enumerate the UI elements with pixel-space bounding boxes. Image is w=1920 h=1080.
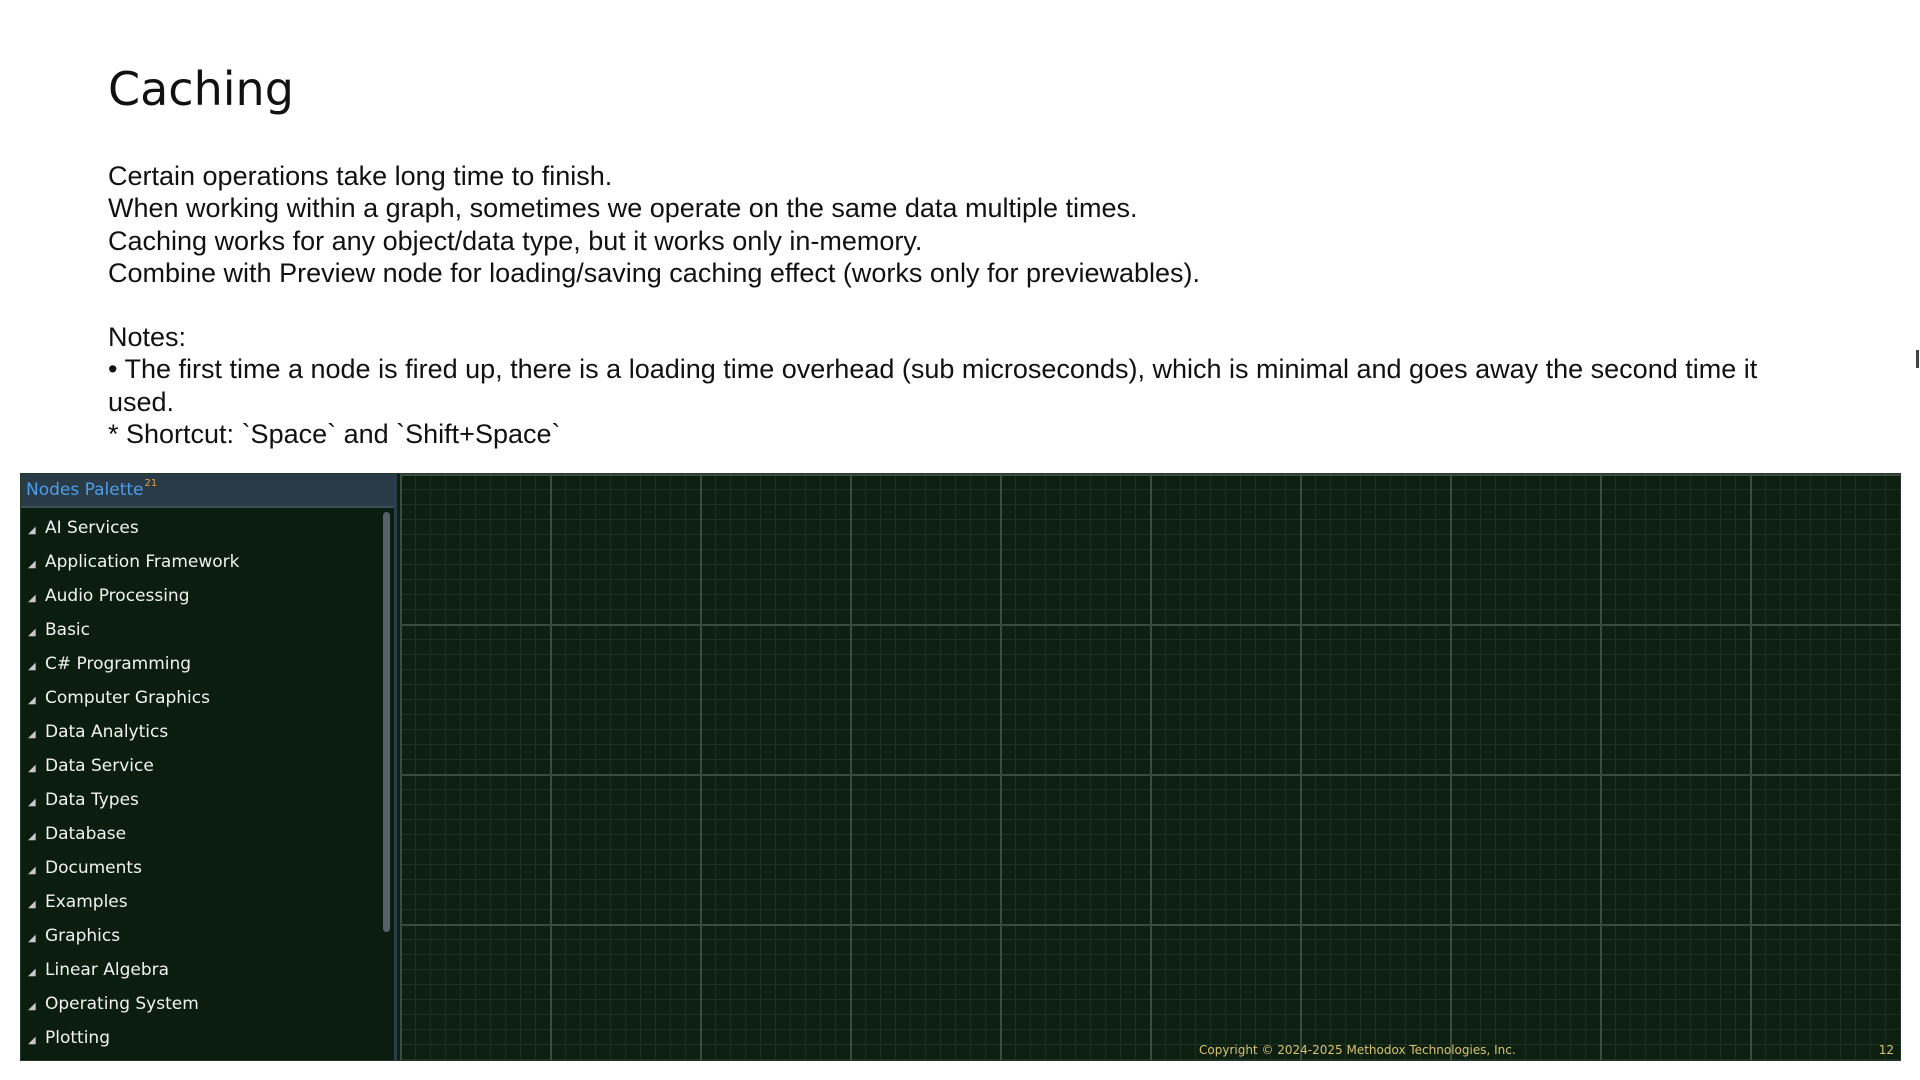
expand-arrow-icon: ◢ xyxy=(28,1034,36,1046)
palette-category-item[interactable]: ◢ Operating System xyxy=(21,987,394,1021)
palette-category-label: Computer Graphics xyxy=(45,688,210,708)
palette-category-label: Linear Algebra xyxy=(45,960,170,980)
body-line-2: When working within a graph, sometimes w… xyxy=(108,193,1138,224)
palette-category-label: Database xyxy=(45,824,127,844)
palette-title: Nodes Palette xyxy=(26,480,144,500)
palette-category-label: C# Programming xyxy=(45,654,192,674)
palette-category-item[interactable]: ◢ Plotting xyxy=(21,1021,394,1055)
palette-category-item[interactable]: ◢ Documents xyxy=(21,851,394,885)
palette-category-item[interactable]: ◢ Data Analytics xyxy=(21,715,394,749)
palette-category-label: Basic xyxy=(45,620,91,640)
palette-category-label: AI Services xyxy=(45,518,139,538)
expand-arrow-icon: ◢ xyxy=(28,558,36,570)
cursor-marker xyxy=(1916,350,1919,368)
palette-category-label: Documents xyxy=(45,858,142,878)
palette-scrollbar[interactable] xyxy=(383,512,390,932)
copyright-text: Copyright © 2024-2025 Methodox Technolog… xyxy=(1199,1043,1516,1057)
body-line-1: Certain operations take long time to fin… xyxy=(108,161,613,191)
palette-category-label: Plotting xyxy=(45,1028,110,1048)
palette-category-item[interactable]: ◢ Data Service xyxy=(21,749,394,783)
body-line-4: Combine with Preview node for loading/sa… xyxy=(108,257,1201,288)
expand-arrow-icon: ◢ xyxy=(28,660,36,672)
expand-arrow-icon: ◢ xyxy=(28,592,36,604)
palette-category-label: Examples xyxy=(45,892,128,912)
expand-arrow-icon: ◢ xyxy=(28,1000,36,1012)
palette-category-item[interactable]: ◢ Database xyxy=(21,817,394,851)
palette-category-item[interactable]: ◢ C# Programming xyxy=(21,647,394,681)
palette-category-label: Data Service xyxy=(45,756,154,776)
shortcut-line: * Shortcut: `Space` and `Shift+Space` xyxy=(108,419,561,450)
palette-category-label: Data Analytics xyxy=(45,722,169,742)
palette-category-item[interactable]: ◢ Application Framework xyxy=(21,545,394,579)
expand-arrow-icon: ◢ xyxy=(28,762,36,774)
palette-category-list: ◢ AI Services ◢ Application Framework ◢ Audio… xyxy=(21,508,394,1055)
expand-arrow-icon: ◢ xyxy=(28,728,36,740)
palette-category-item[interactable]: ◢ Data Types xyxy=(21,783,394,817)
palette-category-label: Operating System xyxy=(45,994,199,1014)
palette-count-badge: 21 xyxy=(144,477,158,489)
palette-category-item[interactable]: ◢ Linear Algebra xyxy=(21,953,394,987)
expand-arrow-icon: ◢ xyxy=(28,966,36,978)
palette-category-item[interactable]: ◢ Computer Graphics xyxy=(21,681,394,715)
palette-category-label: Graphics xyxy=(45,926,121,946)
expand-arrow-icon: ◢ xyxy=(28,932,36,944)
notes-heading: Notes: xyxy=(108,322,187,353)
palette-category-label: Audio Processing xyxy=(45,586,190,606)
note-bullet: • The first time a node is fired up, the… xyxy=(108,354,1758,417)
page-number: 12 xyxy=(1878,1043,1894,1057)
palette-category-item[interactable]: ◢ Examples xyxy=(21,885,394,919)
slide: Caching Certain operations take long tim… xyxy=(0,0,1920,1080)
expand-arrow-icon: ◢ xyxy=(28,830,36,842)
expand-arrow-icon: ◢ xyxy=(28,898,36,910)
body-line-3: Caching works for any object/data type, … xyxy=(108,225,923,256)
palette-category-label: Data Types xyxy=(45,790,139,810)
graph-canvas[interactable]: Copyright © 2024-2025 Methodox Technolog… xyxy=(400,474,1900,1060)
palette-category-item[interactable]: ◢ Audio Processing xyxy=(21,579,394,613)
palette-category-item[interactable]: ◢ Graphics xyxy=(21,919,394,953)
palette-category-item[interactable]: ◢ Basic xyxy=(21,613,394,647)
palette-category-label: Application Framework xyxy=(45,552,240,572)
slide-body: Certain operations take long time to fin… xyxy=(108,160,1828,450)
nodes-palette: Nodes Palette 21 ◢ AI Services ◢ Applicatio… xyxy=(21,474,397,1060)
expand-arrow-icon: ◢ xyxy=(28,694,36,706)
expand-arrow-icon: ◢ xyxy=(28,626,36,638)
expand-arrow-icon: ◢ xyxy=(28,796,36,808)
slide-title: Caching xyxy=(108,62,294,116)
palette-category-item[interactable]: ◢ AI Services xyxy=(21,511,394,545)
graph-editor: Nodes Palette 21 ◢ AI Services ◢ Applicatio… xyxy=(20,473,1901,1061)
palette-header: Nodes Palette 21 xyxy=(21,474,394,508)
expand-arrow-icon: ◢ xyxy=(28,524,36,536)
expand-arrow-icon: ◢ xyxy=(28,864,36,876)
